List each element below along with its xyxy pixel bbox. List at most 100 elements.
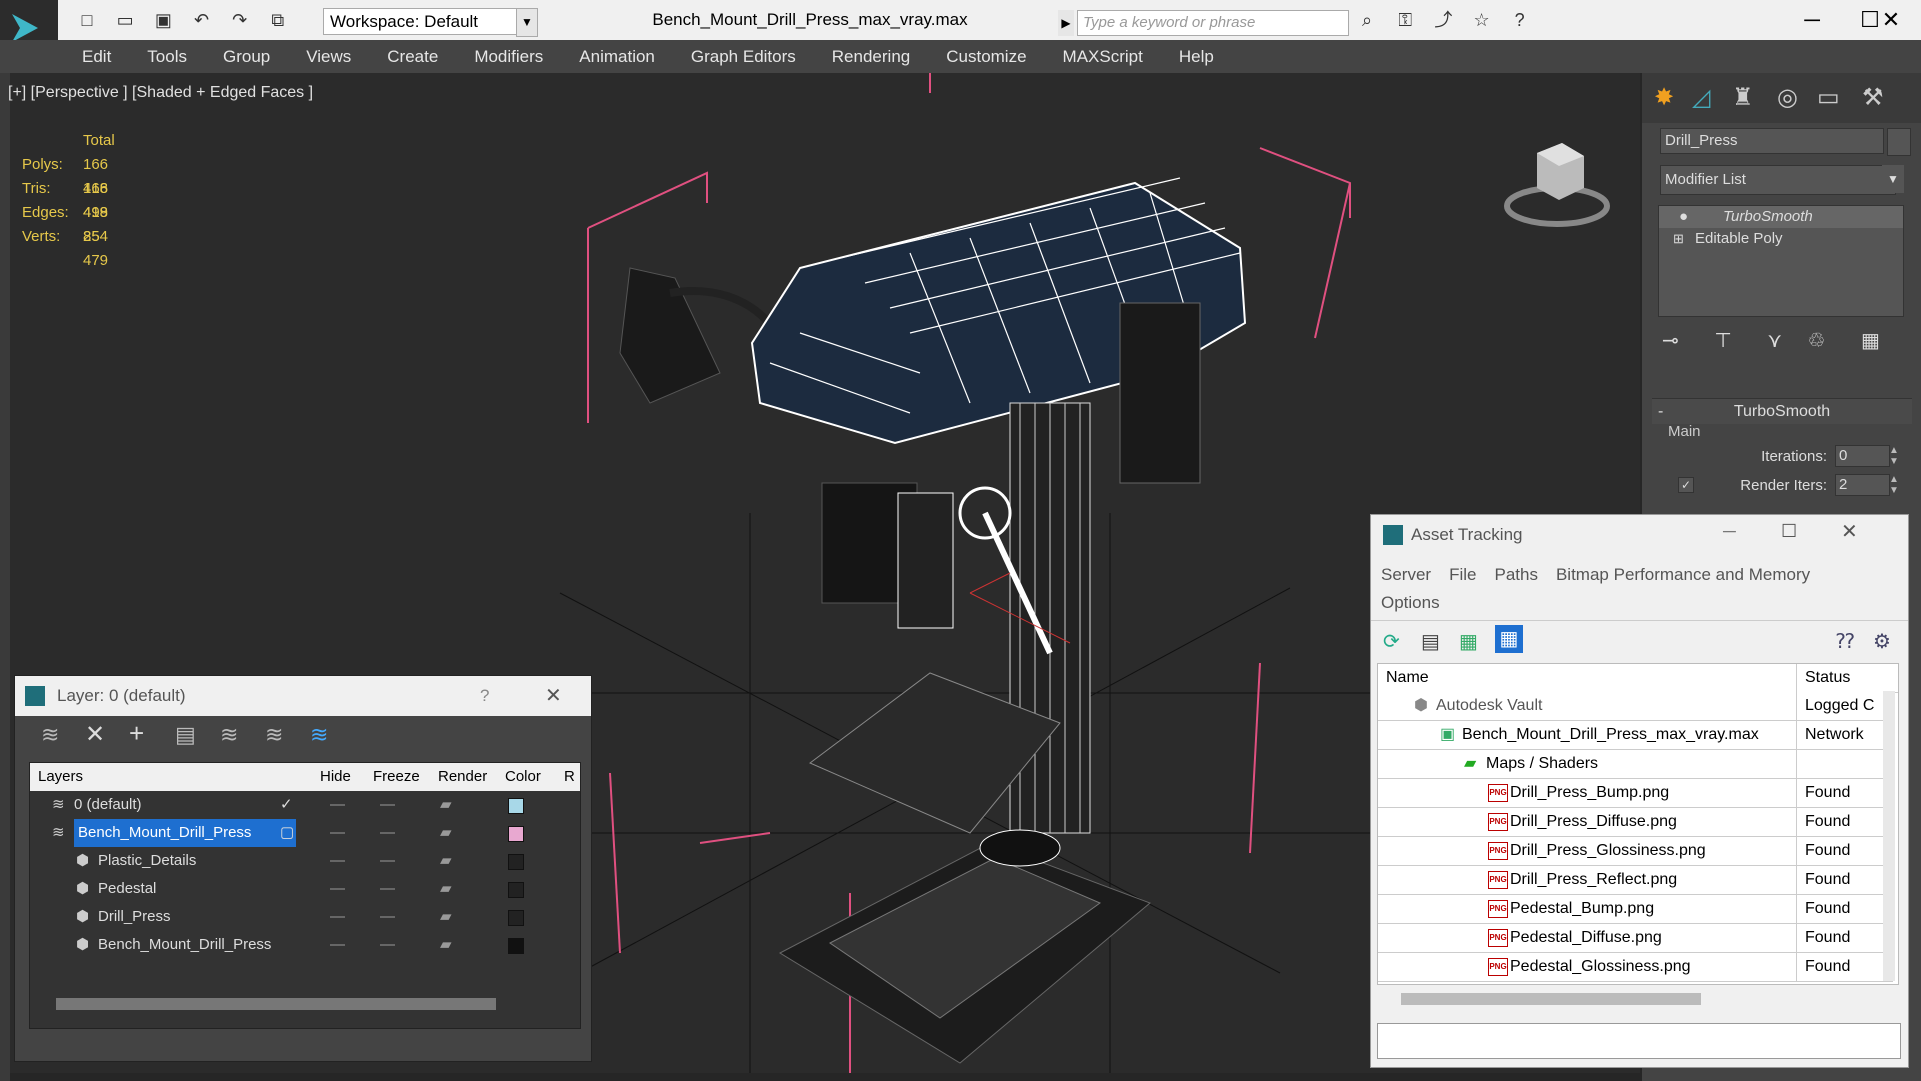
display-tab-icon[interactable]: ▭ <box>1817 83 1840 112</box>
asset-row[interactable]: PNG Pedestal_Bump.png Found <box>1378 895 1893 924</box>
menu-item-create[interactable]: Create <box>369 40 456 73</box>
menu-item-help[interactable]: Help <box>1161 40 1232 73</box>
expand-plus-icon[interactable]: ⊞ <box>1673 228 1684 250</box>
asset-row[interactable]: PNG Pedestal_Diffuse.png Found <box>1378 924 1893 953</box>
menu-item-tools[interactable]: Tools <box>129 40 205 73</box>
menu-item-rendering[interactable]: Rendering <box>814 40 928 73</box>
layer-row[interactable]: ⬢ Pedestal — — ▰ <box>30 875 580 903</box>
project-icon[interactable]: ⧉ <box>265 7 291 33</box>
asset-row[interactable]: PNG Drill_Press_Reflect.png Found <box>1378 866 1893 895</box>
add-to-layer-icon[interactable]: + <box>129 718 144 749</box>
render-iters-checkbox[interactable]: ✓ <box>1678 477 1694 493</box>
freeze-toggle-icon[interactable]: — <box>380 875 395 903</box>
iterations-spinner[interactable]: ▲ ▼ <box>1889 445 1899 467</box>
layer-help-button[interactable]: ? <box>480 676 489 716</box>
asset-minimize-icon[interactable]: ─ <box>1723 521 1736 542</box>
render-toggle-icon[interactable]: ▰ <box>440 847 452 875</box>
share-icon[interactable]: ⤴ <box>1430 7 1456 33</box>
search-input[interactable]: Type a keyword or phrase <box>1077 10 1349 36</box>
freeze-all-icon[interactable]: ≋ <box>310 722 328 748</box>
remove-modifier-icon[interactable]: ♲ <box>1808 330 1826 352</box>
delete-layer-icon[interactable]: ✕ <box>85 720 105 749</box>
asset-row[interactable]: PNG Drill_Press_Diffuse.png Found <box>1378 808 1893 837</box>
render-iters-spinner[interactable]: ▲ ▼ <box>1889 474 1899 496</box>
layer-color-swatch[interactable] <box>508 798 524 814</box>
asset-menu-file[interactable]: File <box>1449 561 1476 589</box>
hide-toggle-icon[interactable]: — <box>330 903 345 931</box>
render-toggle-icon[interactable]: ▰ <box>440 903 452 931</box>
redo-icon[interactable]: ↷ <box>227 7 253 33</box>
close-icon[interactable]: ✕ <box>1861 0 1921 40</box>
freeze-toggle-icon[interactable]: — <box>380 847 395 875</box>
asset-menu-server[interactable]: Server <box>1381 561 1431 589</box>
col-color[interactable]: Color <box>505 763 541 791</box>
binoculars-icon[interactable]: ⌕ <box>1354 7 1380 33</box>
motion-tab-icon[interactable]: ◎ <box>1777 83 1798 112</box>
menu-item-views[interactable]: Views <box>288 40 369 73</box>
layer-color-swatch[interactable] <box>508 882 524 898</box>
layer-color-swatch[interactable] <box>508 854 524 870</box>
save-icon[interactable]: ▣ <box>150 7 176 33</box>
utilities-tab-icon[interactable]: ⚒ <box>1862 83 1884 112</box>
hide-toggle-icon[interactable]: — <box>330 875 345 903</box>
layer-color-swatch[interactable] <box>508 910 524 926</box>
rollout-title[interactable]: - TurboSmooth <box>1652 398 1912 424</box>
asset-row[interactable]: PNG Drill_Press_Bump.png Found <box>1378 779 1893 808</box>
render-toggle-icon[interactable]: ▰ <box>440 875 452 903</box>
asset-horizontal-scrollbar[interactable] <box>1401 993 1701 1005</box>
col-status[interactable]: Status <box>1796 664 1850 692</box>
object-color-swatch[interactable] <box>1887 128 1911 156</box>
layer-close-icon[interactable]: ✕ <box>545 676 562 716</box>
list-view-icon[interactable]: ▤ <box>1421 629 1440 654</box>
hierarchy-tab-icon[interactable]: ♜ <box>1732 83 1754 112</box>
configure-sets-icon[interactable]: ▦ <box>1861 330 1880 352</box>
menu-item-customize[interactable]: Customize <box>928 40 1044 73</box>
viewcube[interactable] <box>1502 128 1612 232</box>
asset-help-icon[interactable]: ⁇ <box>1836 629 1854 654</box>
asset-close-icon[interactable]: ✕ <box>1841 519 1858 544</box>
col-freeze[interactable]: Freeze <box>373 763 420 791</box>
create-layer-icon[interactable]: ≋ <box>41 722 59 748</box>
layer-row[interactable]: ⬢ Drill_Press — — ▰ <box>30 903 580 931</box>
menu-item-modifiers[interactable]: Modifiers <box>456 40 561 73</box>
menu-item-edit[interactable]: Edit <box>64 40 129 73</box>
hide-all-icon[interactable]: ≋ <box>265 722 283 748</box>
key-icon[interactable]: ⚿ <box>1392 7 1418 33</box>
asset-maximize-icon[interactable]: ☐ <box>1781 521 1797 542</box>
workspace-dropdown[interactable]: Workspace: Default <box>323 8 521 35</box>
freeze-toggle-icon[interactable]: — <box>380 903 395 931</box>
stack-item-editable-poly[interactable]: ⊞ Editable Poly <box>1659 228 1903 250</box>
iterations-field[interactable]: 0 <box>1835 445 1890 467</box>
show-end-result-icon[interactable]: ⊤ <box>1714 330 1731 352</box>
asset-row[interactable]: ⬢ Autodesk Vault Logged C <box>1378 692 1893 721</box>
layer-color-swatch[interactable] <box>508 826 524 842</box>
asset-row[interactable]: PNG Pedestal_Glossiness.png Found <box>1378 953 1893 982</box>
col-name[interactable]: Name <box>1386 664 1429 692</box>
asset-path-field[interactable] <box>1377 1023 1901 1059</box>
col-hide[interactable]: Hide <box>320 763 351 791</box>
refresh-icon[interactable]: ⟳ <box>1383 629 1400 654</box>
select-objects-icon[interactable]: ▤ <box>175 722 196 748</box>
lightbulb-icon[interactable]: ● <box>1679 206 1688 228</box>
highlight-layer-icon[interactable]: ≋ <box>220 722 238 748</box>
star-icon[interactable]: ☆ <box>1469 7 1495 33</box>
modify-tab-icon[interactable]: ◿ <box>1692 83 1710 112</box>
col-layers[interactable]: Layers <box>38 763 83 791</box>
stack-item-turbosmooth[interactable]: ● TurboSmooth <box>1659 206 1903 228</box>
asset-row[interactable]: PNG Drill_Press_Glossiness.png Found <box>1378 837 1893 866</box>
workspace-arrow-icon[interactable]: ▼ <box>516 8 538 37</box>
layer-color-swatch[interactable] <box>508 938 524 954</box>
freeze-toggle-icon[interactable]: — <box>380 931 395 959</box>
menu-item-maxscript[interactable]: MAXScript <box>1045 40 1161 73</box>
asset-settings-icon[interactable]: ⚙ <box>1873 629 1891 654</box>
hide-toggle-icon[interactable]: — <box>330 791 345 819</box>
layer-row[interactable]: ⬢ Plastic_Details — — ▰ <box>30 847 580 875</box>
asset-menu-options[interactable]: Options <box>1381 589 1440 617</box>
freeze-toggle-icon[interactable]: — <box>380 791 395 819</box>
hide-toggle-icon[interactable]: — <box>330 819 345 847</box>
open-file-icon[interactable]: ▭ <box>112 7 138 33</box>
render-toggle-icon[interactable]: ▰ <box>440 791 452 819</box>
col-r[interactable]: R <box>564 763 575 791</box>
asset-row[interactable]: ▰ Maps / Shaders <box>1378 750 1893 779</box>
asset-menu-paths[interactable]: Paths <box>1494 561 1537 589</box>
